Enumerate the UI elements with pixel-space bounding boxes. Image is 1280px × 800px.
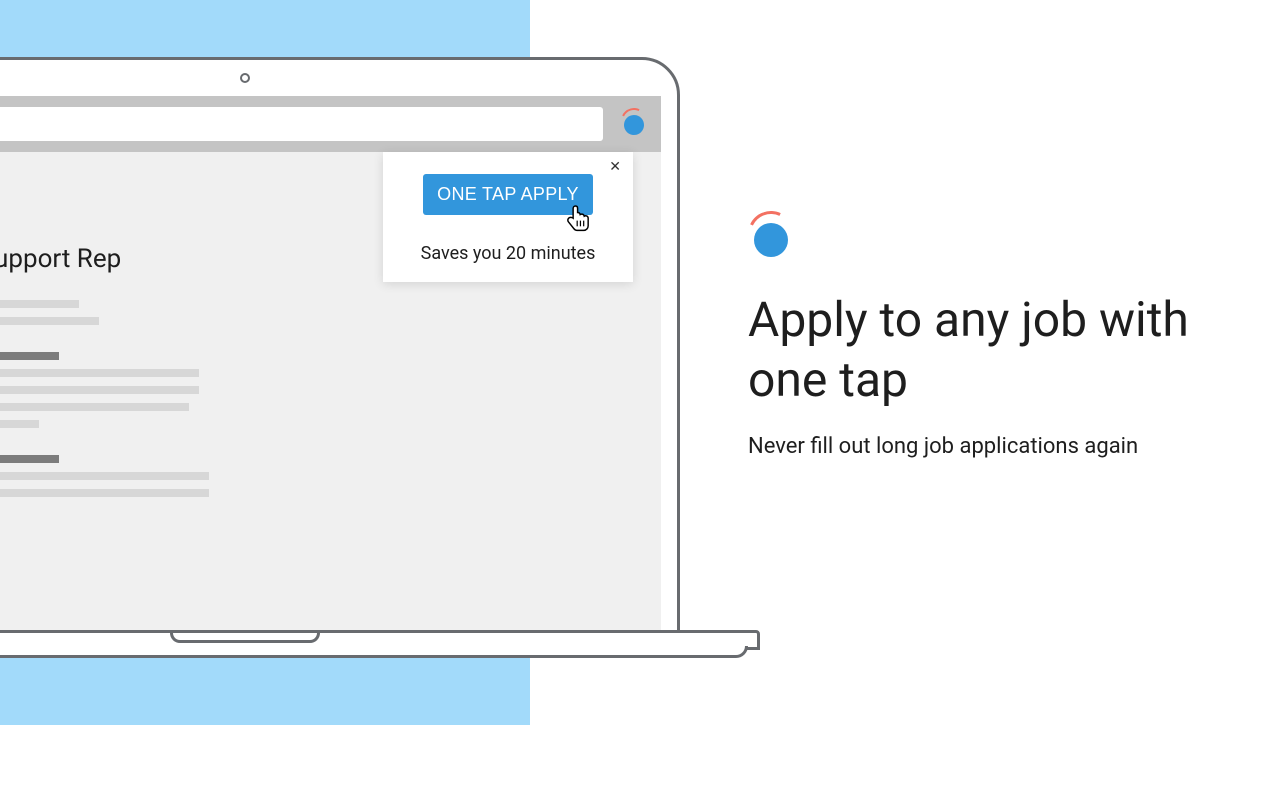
- text-placeholder: [0, 352, 59, 360]
- headline: Apply to any job with one tap: [748, 290, 1218, 410]
- apply-popup: ✕ ONE TAP APPLY Saves you 20 minutes: [383, 152, 633, 282]
- laptop-illustration: Customer Support Rep ✕ ONE TAP APPLY: [0, 57, 680, 697]
- camera-icon: [240, 73, 250, 83]
- laptop-notch: [170, 633, 320, 643]
- text-placeholder: [0, 386, 199, 394]
- popup-subtext: Saves you 20 minutes: [421, 243, 596, 264]
- text-placeholder: [0, 317, 99, 325]
- laptop-screen: Customer Support Rep ✕ ONE TAP APPLY: [0, 96, 661, 630]
- text-placeholder: [0, 403, 189, 411]
- laptop-base: [0, 630, 760, 658]
- text-placeholder: [0, 369, 199, 377]
- subheadline: Never fill out long job applications aga…: [748, 432, 1218, 463]
- job-page: Customer Support Rep ✕ ONE TAP APPLY: [0, 152, 661, 497]
- text-placeholder: [0, 489, 209, 497]
- text-placeholder: [0, 455, 59, 463]
- address-bar[interactable]: [0, 107, 603, 141]
- text-placeholder: [0, 472, 209, 480]
- close-icon[interactable]: ✕: [609, 160, 621, 174]
- text-placeholder: [0, 300, 79, 308]
- brand-icon: [748, 216, 794, 262]
- extension-icon[interactable]: [621, 111, 647, 137]
- browser-toolbar: [0, 96, 661, 152]
- marketing-copy: Apply to any job with one tap Never fill…: [748, 216, 1218, 463]
- text-placeholder: [0, 420, 39, 428]
- laptop-screen-bezel: Customer Support Rep ✕ ONE TAP APPLY: [0, 57, 680, 633]
- pointer-cursor-icon: [565, 204, 591, 234]
